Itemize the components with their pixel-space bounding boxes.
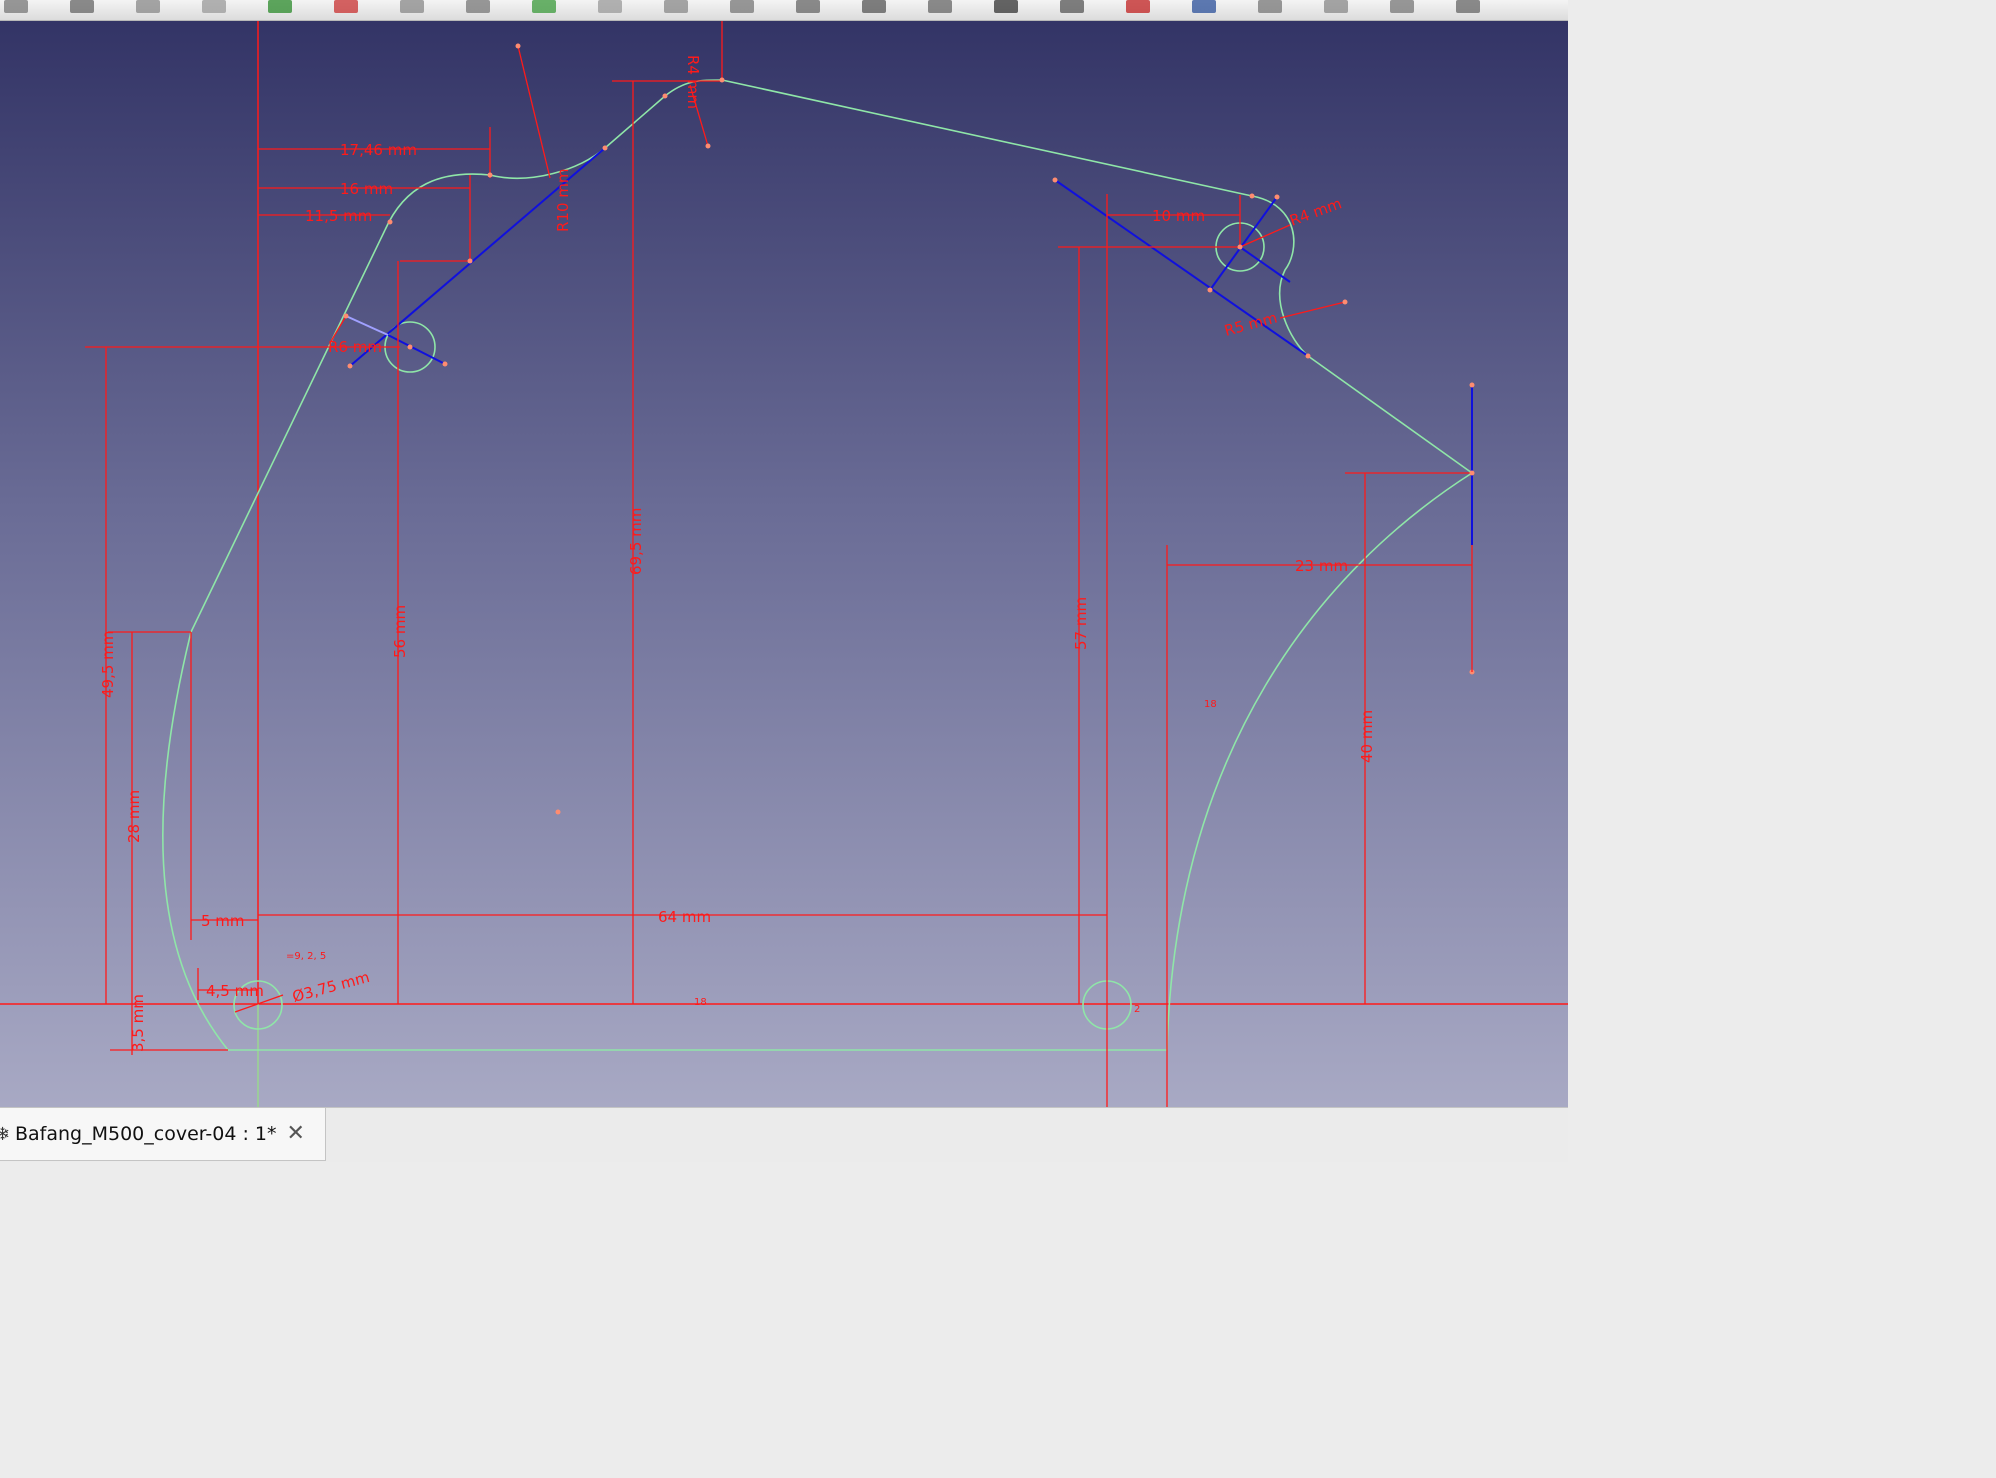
document-tab[interactable]: ❄ Bafang_M500_cover-04 : 1* ✕ <box>0 1108 326 1161</box>
view-box-icon[interactable] <box>928 0 952 13</box>
toolbar <box>0 0 1568 21</box>
sketch-points[interactable] <box>343 43 1475 815</box>
window-icon[interactable] <box>1192 0 1216 13</box>
close-icon[interactable]: ✕ <box>286 1123 304 1145</box>
spline-icon[interactable] <box>598 0 622 13</box>
dim-17-46: 17,46 mm <box>340 141 417 159</box>
curve-icon[interactable] <box>664 0 688 13</box>
select-icon[interactable] <box>1324 0 1348 13</box>
trim-icon[interactable] <box>796 0 820 13</box>
part-icon[interactable] <box>4 0 28 13</box>
freecad-document-icon: ❄ <box>0 1123 9 1145</box>
dim-r4: R4 mm <box>1287 194 1344 229</box>
dim-69-5: 69,5 mm <box>627 508 645 575</box>
view-top-icon[interactable] <box>994 0 1018 13</box>
constraint-equal: =9, 2, 5 <box>286 951 326 962</box>
copy-icon[interactable] <box>1390 0 1414 13</box>
dim-40: 40 mm <box>1358 710 1376 763</box>
document-tab-bar: ❄ Bafang_M500_cover-04 : 1* ✕ <box>0 1107 1568 1162</box>
polyline-icon[interactable] <box>400 0 424 13</box>
dim-4-5: 4,5 mm <box>206 982 264 1000</box>
dim-64: 64 mm <box>658 908 711 926</box>
dim-16: 16 mm <box>340 180 393 198</box>
document-tab-label: Bafang_M500_cover-04 : 1* <box>15 1123 277 1145</box>
assembly-icon[interactable] <box>70 0 94 13</box>
fillet-icon[interactable] <box>730 0 754 13</box>
sketch-icon[interactable] <box>268 0 292 13</box>
grid-icon[interactable] <box>532 0 556 13</box>
sketch-canvas[interactable]: 17,46 mm 16 mm 11,5 mm R10 mm R4 mm 69,5… <box>0 21 1568 1107</box>
profile-geometry[interactable] <box>162 79 1473 1107</box>
dim-57: 57 mm <box>1072 597 1090 650</box>
view-front-icon[interactable] <box>862 0 886 13</box>
dim-r6: R6 mm <box>328 338 382 356</box>
constraint-18b: 18 <box>1204 699 1217 710</box>
arrow-icon[interactable] <box>202 0 226 13</box>
dim-5: 5 mm <box>201 912 245 930</box>
view-right-icon[interactable] <box>1060 0 1084 13</box>
constraint-labels[interactable]: =9, 2, 5 18 2 18 <box>286 699 1217 1015</box>
clip-icon[interactable] <box>1258 0 1282 13</box>
layer-icon[interactable] <box>1126 0 1150 13</box>
dim-diameter: Ø3,75 mm <box>290 968 371 1006</box>
dimension-lines <box>85 21 1472 1107</box>
constraint-18: 18 <box>694 997 707 1008</box>
line-icon[interactable] <box>334 0 358 13</box>
dim-28: 28 mm <box>125 790 143 843</box>
constraint-icon[interactable] <box>136 0 160 13</box>
dim-23: 23 mm <box>1295 557 1348 575</box>
settings-icon[interactable] <box>1456 0 1480 13</box>
constraint-2: 2 <box>1134 1004 1140 1015</box>
dimension-labels[interactable]: 17,46 mm 16 mm 11,5 mm R10 mm R4 mm 69,5… <box>99 55 1376 1052</box>
dim-r10: R10 mm <box>554 168 572 232</box>
dim-r5: R5 mm <box>1222 309 1279 340</box>
arc-icon[interactable] <box>466 0 490 13</box>
dim-11-5: 11,5 mm <box>305 207 372 225</box>
dim-10: 10 mm <box>1152 207 1205 225</box>
dim-49-5: 49,5 mm <box>99 631 117 698</box>
sketch-3d-viewport[interactable]: 17,46 mm 16 mm 11,5 mm R10 mm R4 mm 69,5… <box>0 21 1568 1107</box>
dim-56: 56 mm <box>391 605 409 658</box>
dim-r4-top: R4 mm <box>684 55 702 109</box>
dim-3-5: 3,5 mm <box>129 994 147 1052</box>
